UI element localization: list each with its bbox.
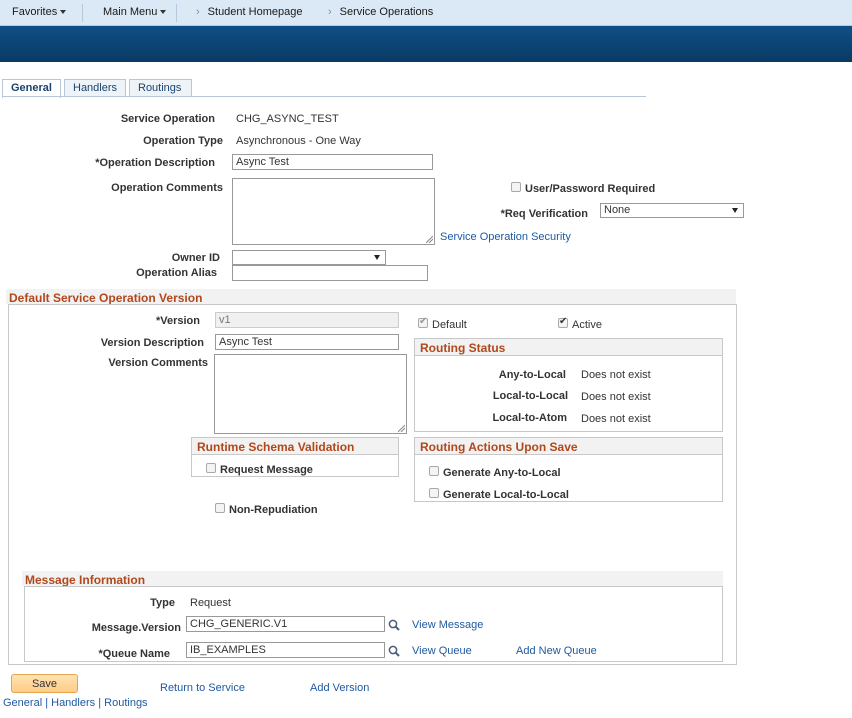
service-operation-security-link[interactable]: Service Operation Security [440,231,571,243]
search-icon[interactable] [388,619,400,631]
add-version-link[interactable]: Add Version [310,682,369,694]
tab-label: General [11,82,52,94]
version-description-label: Version Description [100,337,204,349]
resize-handle-icon [398,425,405,432]
breadcrumb-label: Student Homepage [207,6,303,18]
version-comments-label: Version Comments [108,357,208,369]
main-menu[interactable]: Main Menu [103,6,167,18]
link-separator: | [42,697,52,709]
queue-name-label: *Queue Name [98,648,170,660]
message-version-input[interactable] [186,616,385,632]
dropdown-arrow-icon [374,255,380,260]
tab-label: Handlers [73,82,118,94]
nav-divider [176,4,177,22]
non-repudiation-checkbox[interactable] [215,503,225,513]
active-label: Active [572,319,602,331]
chevron-down-icon [60,10,67,14]
owner-id-label: Owner ID [171,252,220,264]
routing-status-value: Does not exist [581,413,651,425]
routing-status-label: Any-to-Local [498,369,566,381]
resize-handle-icon [426,236,433,243]
breadcrumb-label: Service Operations [339,6,434,18]
favorites-label: Favorites [12,6,58,18]
chevron-down-icon [160,10,167,14]
tab-handlers[interactable]: Handlers [64,79,126,97]
save-button[interactable]: Save [11,674,78,693]
favorites-menu[interactable]: Favorites [12,6,67,18]
search-icon[interactable] [388,645,400,657]
tab-routings[interactable]: Routings [129,79,192,97]
top-nav-bar: Favorites Main Menu › Student Homepage › S… [0,0,852,26]
message-version-label: Message.Version [91,622,181,634]
version-comments-textarea[interactable] [214,354,407,434]
operation-description-input[interactable] [232,154,433,170]
bottom-link-general[interactable]: General [3,697,42,709]
chevron-right-icon: › [196,6,200,18]
routing-status-header: Routing Status [415,339,722,356]
request-message-label: Request Message [220,464,313,476]
bottom-link-routings[interactable]: Routings [104,697,147,709]
operation-description-label: *Operation Description [95,157,215,169]
operation-type-value: Asynchronous - One Way [236,135,361,147]
generate-any-to-local-checkbox[interactable] [429,466,439,476]
breadcrumb-student-homepage[interactable]: › Student Homepage [196,6,302,18]
main-menu-label: Main Menu [103,6,158,18]
add-new-queue-link[interactable]: Add New Queue [516,645,597,657]
nav-divider [82,4,83,22]
routing-status-value: Does not exist [581,369,651,381]
tab-label: Routings [138,82,182,94]
operation-comments-textarea[interactable] [232,178,435,245]
owner-id-select[interactable] [232,250,386,265]
operation-type-label: Operation Type [143,135,223,147]
bottom-tab-links: General | Handlers | Routings [3,697,148,709]
routing-actions-header: Routing Actions Upon Save [415,438,722,455]
queue-name-input[interactable] [186,642,385,658]
version-label: *Version [155,315,200,327]
tab-baseline [2,96,646,97]
chevron-right-icon: › [328,6,332,18]
return-to-service-link[interactable]: Return to Service [160,682,245,694]
version-section-header: Default Service Operation Version [6,289,736,305]
link-separator: | [95,697,105,709]
service-operation-value: CHG_ASYNC_TEST [236,113,339,125]
req-verification-value: None [604,204,631,216]
type-label: Type [150,597,175,609]
breadcrumb-service-operations[interactable]: › Service Operations [328,6,433,18]
generate-local-to-local-label: Generate Local-to-Local [443,489,569,501]
dropdown-arrow-icon [732,208,738,213]
routing-status-label: Local-to-Local [492,390,568,402]
req-verification-label: *Req Verification [500,208,588,220]
operation-comments-label: Operation Comments [111,182,223,194]
view-message-link[interactable]: View Message [412,619,483,631]
active-checkbox[interactable] [558,316,568,328]
version-input [215,312,399,328]
generate-any-to-local-label: Generate Any-to-Local [443,467,561,479]
user-password-label: User/Password Required [525,183,656,195]
type-value: Request [190,597,231,609]
user-password-checkbox[interactable] [511,182,521,192]
runtime-schema-header: Runtime Schema Validation [192,438,398,455]
view-queue-link[interactable]: View Queue [412,645,472,657]
version-description-input[interactable] [215,334,399,350]
routing-status-value: Does not exist [581,391,651,403]
default-checkbox [418,316,428,328]
header-banner [0,26,852,62]
non-repudiation-label: Non-Repudiation [229,504,318,516]
message-section-header: Message Information [22,571,723,587]
req-verification-select[interactable]: None [600,203,744,218]
operation-alias-label: Operation Alias [136,267,217,279]
routing-status-label: Local-to-Atom [492,412,567,424]
bottom-link-handlers[interactable]: Handlers [51,697,95,709]
service-operation-label: Service Operation [120,113,215,125]
request-message-checkbox[interactable] [206,463,216,473]
operation-alias-input[interactable] [232,265,428,281]
generate-local-to-local-checkbox[interactable] [429,488,439,498]
default-label: Default [432,319,467,331]
